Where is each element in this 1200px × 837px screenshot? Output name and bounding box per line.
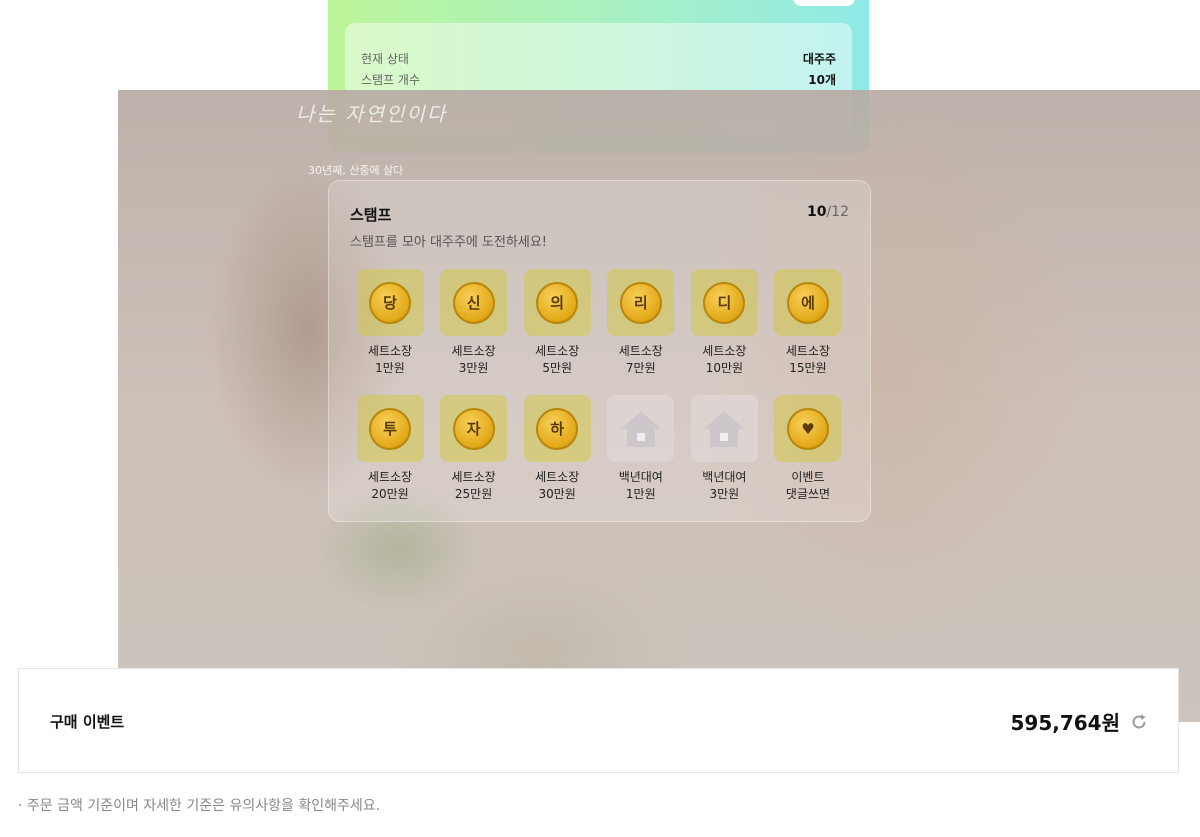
stamp-label-line1: 세트소장: [702, 344, 747, 358]
coin-icon: 리: [619, 281, 662, 324]
stamp-label-line1: 세트소장: [618, 344, 663, 358]
stamp-label: 세트소장 1만원: [368, 343, 412, 377]
status-value: 대주주: [802, 52, 836, 66]
stamp-label-line2: 15만원: [789, 361, 827, 375]
stamp-label-line2: 1만원: [375, 361, 405, 375]
stamp-tile: 투: [356, 395, 424, 462]
stamp-label-line2: 3만원: [709, 487, 740, 501]
coin-icon: 에: [786, 281, 829, 324]
purchase-amount: 595,764원: [1010, 711, 1121, 735]
stamp-label-line2: 3만원: [458, 361, 489, 375]
stamp-tile: 당: [356, 269, 424, 336]
coin-icon: 투: [369, 407, 411, 450]
stamp-count: 10/12: [807, 204, 849, 220]
status-row-state: 현재 상태 대주주: [361, 50, 836, 67]
stamp-label-line1: 세트소장: [367, 470, 413, 484]
stamp-grid: 당 세트소장 1만원 신 세트소장 3만원 의 세트소장 5만원 리 세트소장 7만원 …: [356, 269, 842, 503]
stamp-item[interactable]: 신 세트소장 3만원: [440, 269, 508, 377]
top-pill-button[interactable]: [793, 0, 855, 6]
status-value: 10개: [808, 73, 836, 87]
stamp-item[interactable]: 투 세트소장 20만원: [356, 395, 424, 503]
house-icon: [704, 410, 745, 447]
stamp-label-line1: 세트소장: [451, 344, 496, 358]
stamp-label-line1: 백년대여: [702, 470, 747, 484]
stamp-label-line1: 이벤트: [791, 470, 825, 484]
house-icon: [620, 410, 661, 447]
stamp-label: 세트소장 30만원: [535, 469, 579, 503]
stamp-label-line1: 세트소장: [451, 470, 496, 484]
stamp-item[interactable]: ♥ 이벤트댓글쓰면: [774, 395, 842, 503]
stamp-item[interactable]: 리 세트소장 7만원: [607, 269, 675, 377]
purchase-event-title: 구매 이벤트: [50, 713, 125, 731]
stamp-tile: [690, 395, 758, 462]
stamp-label-line1: 세트소장: [535, 470, 580, 484]
stamp-count-current: 10: [806, 204, 827, 220]
stamp-label: 세트소장 25만원: [452, 469, 496, 503]
stamp-tile: 디: [690, 269, 758, 336]
stamp-label: 세트소장 3만원: [452, 343, 496, 377]
stamp-label-line2: 20만원: [371, 487, 409, 501]
stamp-item[interactable]: 당 세트소장 1만원: [356, 269, 424, 377]
coin-icon: 의: [536, 281, 579, 324]
stamp-label: 세트소장 7만원: [619, 343, 663, 377]
stamp-item[interactable]: 의 세트소장 5만원: [523, 269, 591, 377]
footnote: · 주문 금액 기준이며 자세한 기준은 유의사항을 확인해주세요.: [18, 798, 381, 814]
stamp-label-line2: 1만원: [625, 487, 656, 501]
stamp-item[interactable]: 백년대여 1만원: [607, 395, 675, 503]
stamp-count-total: /12: [826, 204, 849, 220]
heart-icon: ♥: [786, 407, 829, 450]
stamp-label: 세트소장 5만원: [535, 343, 579, 377]
stamp-tile: 리: [607, 269, 675, 336]
stamp-label: 세트소장 10만원: [702, 343, 746, 377]
stamp-label-line1: 세트소장: [785, 344, 831, 358]
photo-caption-subtitle: 30년째, 산중에 살다: [308, 164, 404, 177]
stamp-tile: 자: [440, 395, 508, 462]
stamp-label-line1: 세트소장: [367, 344, 413, 358]
photo-caption-title: 나는 자연인이다: [296, 102, 448, 126]
stamp-label-line2: 25만원: [454, 487, 493, 501]
stamp-label: 세트소장 15만원: [786, 343, 830, 377]
stamp-tile: 의: [523, 269, 591, 336]
stamp-panel: 스탬프 10/12 스탬프를 모아 대주주에 도전하세요! 당 세트소장 1만원 …: [328, 180, 871, 522]
stamp-label: 백년대여 3만원: [702, 469, 746, 503]
purchase-event-bar: 구매 이벤트 595,764원: [18, 668, 1179, 773]
stamp-label-line1: 세트소장: [535, 344, 580, 358]
status-row-stamp-count: 스탬프 개수 10개: [361, 71, 836, 88]
stamp-label: 이벤트댓글쓰면: [786, 469, 830, 503]
status-label: 현재 상태: [361, 52, 409, 66]
coin-icon: 신: [452, 281, 495, 324]
status-label: 스탬프 개수: [361, 73, 421, 87]
stamp-tile: 신: [440, 269, 508, 336]
stamp-label: 백년대여 1만원: [619, 469, 663, 503]
stamp-title: 스탬프: [350, 206, 392, 224]
stamp-tile: 하: [523, 395, 591, 462]
stamp-item[interactable]: 하 세트소장 30만원: [523, 395, 591, 503]
stamp-label-line2: 30만원: [538, 487, 576, 501]
coin-icon: 디: [703, 281, 746, 324]
stamp-tile: ♥: [774, 395, 842, 462]
refresh-icon[interactable]: [1130, 713, 1148, 731]
stamp-tile: 에: [774, 269, 842, 336]
stamp-item[interactable]: 백년대여 3만원: [690, 395, 758, 503]
coin-icon: 당: [369, 281, 411, 324]
stamp-item[interactable]: 에 세트소장 15만원: [774, 269, 842, 377]
stamp-label-line1: 백년대여: [618, 470, 663, 484]
stamp-label-line2: 5만원: [542, 361, 573, 375]
stamp-item[interactable]: 자 세트소장 25만원: [440, 395, 508, 503]
coin-icon: 하: [536, 407, 579, 450]
stamp-subtitle: 스탬프를 모아 대주주에 도전하세요!: [350, 235, 548, 250]
coin-icon: 자: [452, 407, 495, 450]
stamp-item[interactable]: 디 세트소장 10만원: [690, 269, 758, 377]
stamp-label: 세트소장 20만원: [368, 469, 412, 503]
stamp-label-line2: 10만원: [705, 361, 744, 375]
stamp-tile: [607, 395, 675, 462]
stamp-label-line2: 댓글쓰면: [785, 487, 831, 501]
stamp-label-line2: 7만원: [625, 361, 656, 375]
